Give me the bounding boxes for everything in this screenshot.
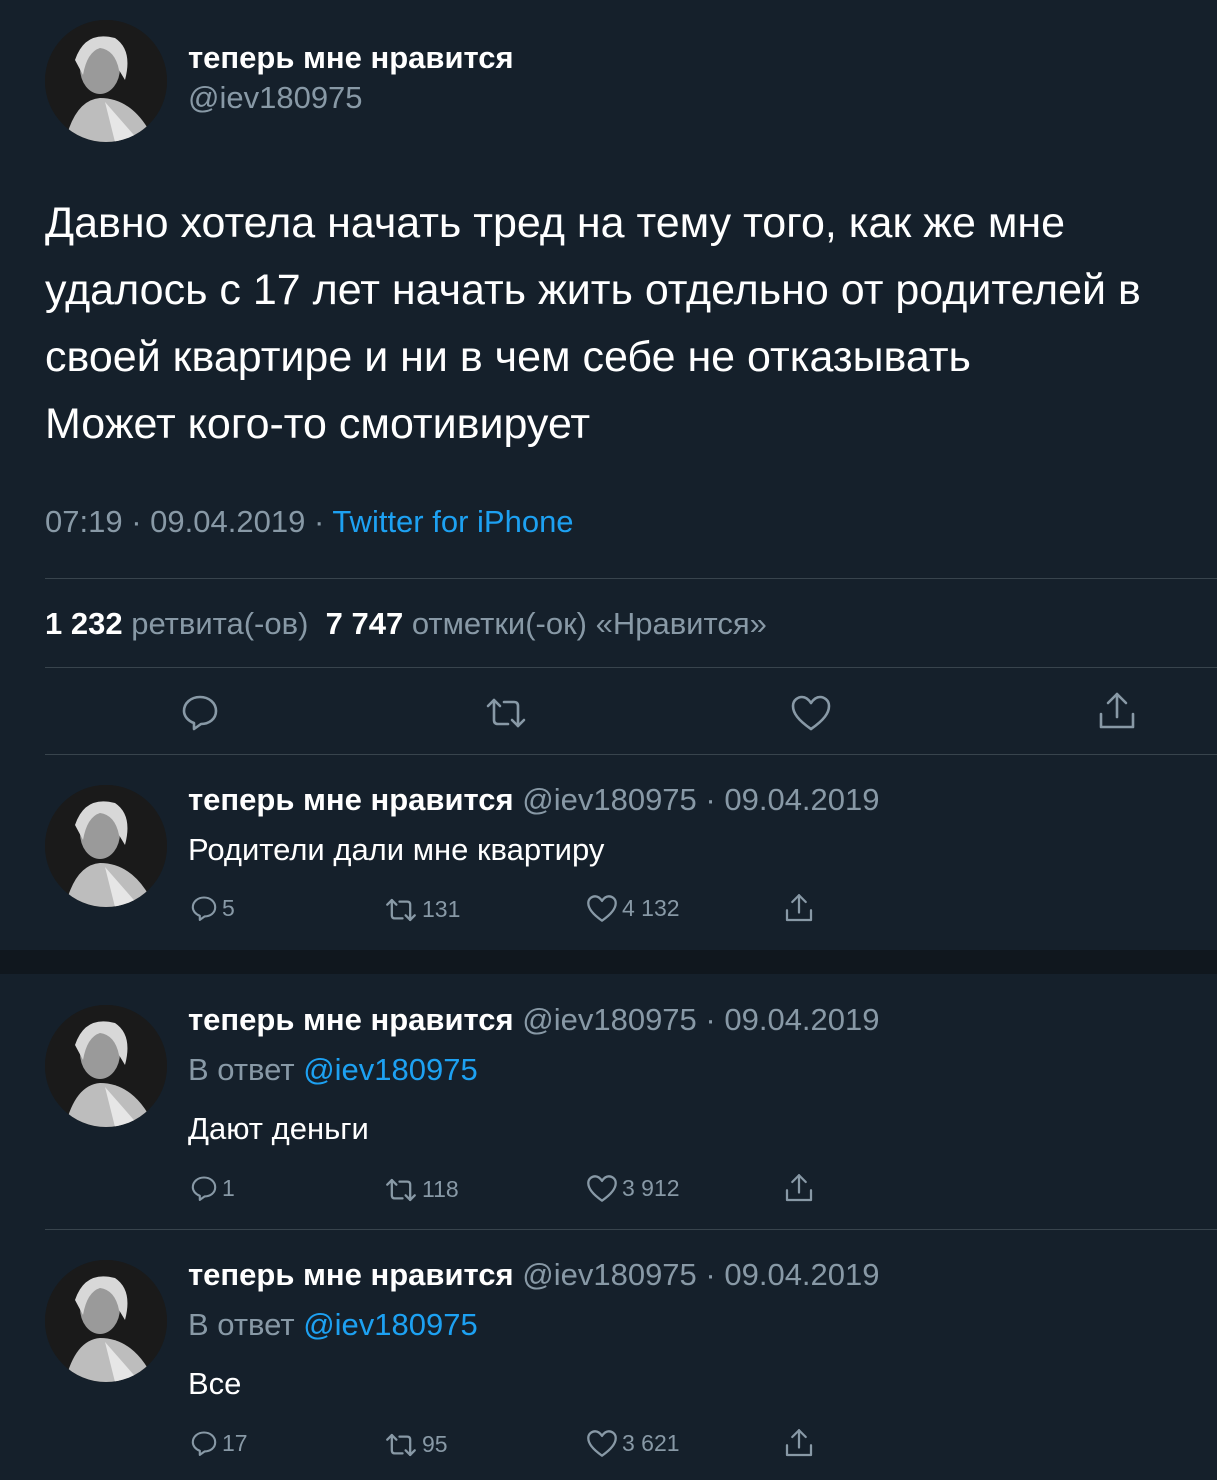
reply-action[interactable]: 17 [190, 1429, 248, 1457]
divider [45, 1229, 1217, 1230]
retweet-count: 131 [422, 896, 461, 922]
share-action[interactable] [784, 1427, 814, 1459]
tweet-text-line: Может кого-то смотивирует [45, 400, 591, 448]
reply-context: В ответ @iev180975 [188, 1307, 478, 1343]
like-action[interactable]: 3 912 [586, 1174, 680, 1203]
reply-date: · 09.04.2019 [705, 1257, 880, 1292]
author-handle[interactable]: @iev180975 [188, 80, 363, 116]
reply-count: 17 [222, 1429, 248, 1456]
retweet-action[interactable]: 131 [384, 896, 460, 923]
reply-author-handle[interactable]: @iev180975 [522, 1002, 697, 1037]
divider [45, 578, 1217, 579]
tweet-source-link[interactable]: Twitter for iPhone [332, 504, 573, 539]
retweet-icon[interactable] [484, 696, 528, 730]
reply-header: теперь мне нравится @iev180975 · 09.04.2… [188, 1002, 880, 1038]
reply-author-name[interactable]: теперь мне нравится [188, 782, 514, 817]
tweet-time: 07:19 [45, 504, 123, 539]
like-action[interactable]: 4 132 [586, 894, 680, 923]
divider [45, 754, 1217, 755]
like-count: 3 621 [622, 1430, 680, 1456]
reply-author-name[interactable]: теперь мне нравится [188, 1002, 514, 1037]
tweet-timestamp: 07:19 · 09.04.2019 · Twitter for iPhone [45, 504, 574, 540]
avatar[interactable] [45, 1005, 167, 1127]
retweet-count: 118 [422, 1176, 459, 1202]
reply-to-link[interactable]: @iev180975 [303, 1052, 478, 1087]
tweet-date: 09.04.2019 [150, 504, 306, 539]
like-count: 4 132 [622, 895, 680, 921]
reply-text: Дают деньги [188, 1111, 369, 1146]
tweet-text-line: Давно хотела начать тред на тему того, к… [45, 199, 1066, 247]
separator: · [313, 504, 325, 539]
reply-to-link[interactable]: @iev180975 [303, 1307, 478, 1342]
author-name[interactable]: теперь мне нравится [188, 40, 514, 76]
tweet-text-line: своей квартире и ни в чем себе не отказы… [45, 333, 971, 381]
likes-label[interactable]: отметки(-ок) «Нравится» [412, 606, 767, 641]
reply-prefix: В ответ [188, 1307, 295, 1342]
reply-action[interactable]: 5 [190, 894, 235, 922]
reply-prefix: В ответ [188, 1052, 295, 1087]
reply-date: · 09.04.2019 [705, 782, 880, 817]
reply-date: · 09.04.2019 [705, 1002, 880, 1037]
tweet-stats: 1 232 ретвита(-ов) 7 747 отметки(-ок) «Н… [45, 606, 767, 642]
like-count: 3 912 [622, 1175, 680, 1201]
like-icon[interactable] [790, 694, 832, 732]
thread-gap [0, 950, 1217, 974]
share-icon[interactable] [1097, 690, 1137, 732]
reply-text: Родители дали мне квартиру [188, 832, 605, 867]
reply-header: теперь мне нравится @iev180975 · 09.04.2… [188, 782, 880, 818]
share-action[interactable] [784, 892, 814, 924]
retweets-count[interactable]: 1 232 [45, 606, 123, 641]
reply-author-name[interactable]: теперь мне нравится [188, 1257, 514, 1292]
separator: · [131, 504, 142, 539]
reply-count: 1 [222, 1174, 235, 1201]
retweet-action[interactable]: 95 [384, 1431, 448, 1458]
avatar[interactable] [45, 20, 167, 142]
reply-count: 5 [222, 894, 235, 921]
reply-context: В ответ @iev180975 [188, 1052, 478, 1088]
reply-header: теперь мне нравится @iev180975 · 09.04.2… [188, 1257, 880, 1293]
avatar[interactable] [45, 1260, 167, 1382]
retweet-count: 95 [422, 1431, 448, 1457]
retweet-action[interactable]: 118 [384, 1176, 459, 1203]
share-action[interactable] [784, 1172, 814, 1204]
retweets-label[interactable]: ретвита(-ов) [131, 606, 308, 641]
reply-author-handle[interactable]: @iev180975 [522, 1257, 697, 1292]
tweet-text: Давно хотела начать тред на тему того, к… [45, 190, 1185, 458]
avatar[interactable] [45, 785, 167, 907]
reply-action[interactable]: 1 [190, 1174, 235, 1202]
like-action[interactable]: 3 621 [586, 1429, 680, 1458]
tweet-text-line: удалось с 17 лет начать жить отдельно от… [45, 266, 1141, 314]
reply-text: Все [188, 1366, 242, 1401]
reply-icon[interactable] [180, 692, 220, 732]
reply-author-handle[interactable]: @iev180975 [522, 782, 697, 817]
divider [45, 667, 1217, 668]
likes-count[interactable]: 7 747 [326, 606, 404, 641]
